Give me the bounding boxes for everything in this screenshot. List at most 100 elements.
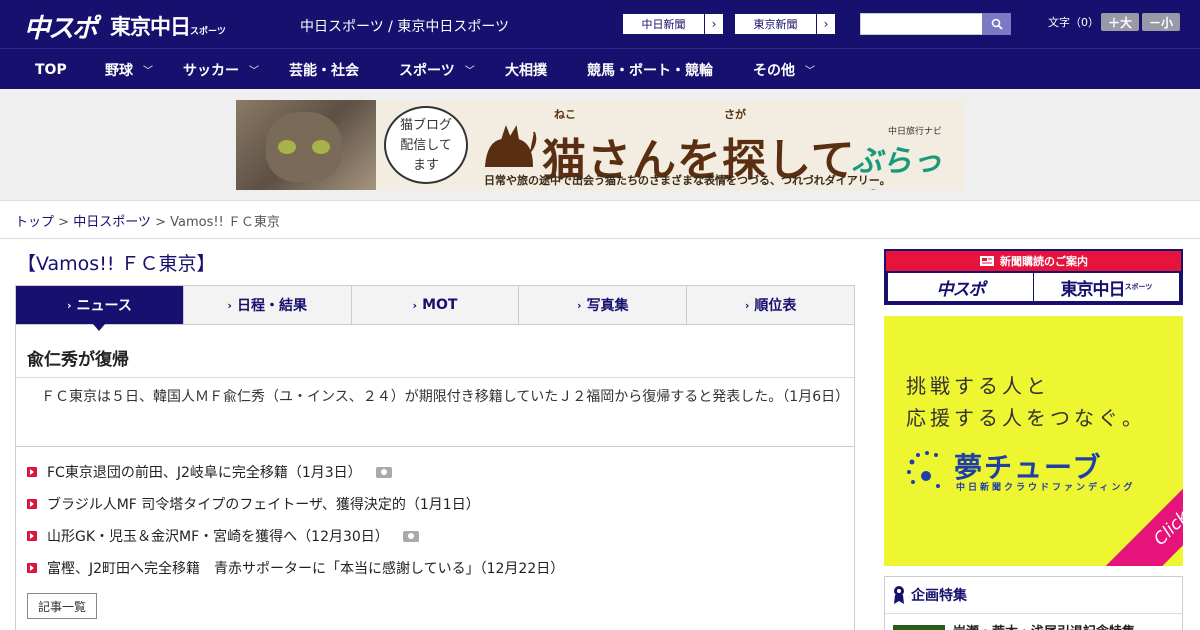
tab-label: 日程・結果 [236,298,307,314]
bubble-line: ます [412,158,439,173]
cat-photo [236,100,376,190]
nav-item-label: 芸能・社会 [289,62,359,79]
subscription-logos: 中スポ 東京中日 スポーツ [886,271,1181,303]
chevron-down-icon: ﹀ [805,66,815,77]
article-list-button[interactable]: 記事一覧 [27,593,97,619]
tab-label: MOT [422,297,458,313]
bullet-arrow-icon [27,531,37,541]
list-item[interactable]: FC東京退団の前田、J2岐阜に完全移籍（1月3日） [27,462,392,482]
nav-item-label: サッカー [183,62,239,79]
article-body: ＦＣ東京は５日、韓国人ＭＦ兪仁秀（ユ・インス、２４）が期限付き移籍していたＪ２福… [41,389,850,405]
list-item[interactable]: ブラジル人MF 司令塔タイプのフェイトーザ、獲得決定的（1月1日） [27,494,480,514]
nav-item-baseball[interactable]: 野球 ﹀ [105,49,153,90]
chuspo-subscribe-logo[interactable]: 中スポ [888,273,1033,301]
nav-item-soccer[interactable]: サッカー ﹀ [183,49,259,90]
subscription-header-text: 新聞購読のご案内 [1000,255,1088,268]
tokyo-chunichi-logo[interactable]: 東京中日スポーツ [110,11,226,41]
font-size-label: 文字（0） [1048,16,1099,29]
site-names: 中日スポーツ / 東京中日スポーツ [300,19,510,35]
nav-item-top[interactable]: TOP [35,49,67,90]
bullet-arrow-icon [27,499,37,509]
nav-item-entertainment[interactable]: 芸能・社会 [289,49,359,90]
feature-header: 企画特集 [893,585,967,605]
tab-schedule[interactable]: › 日程・結果 [184,286,352,324]
list-item[interactable]: 山形GK・児玉＆金沢MF・宮崎を獲得へ（12月30日） [27,526,419,546]
top-bar: 中スポ 東京中日スポーツ 中日スポーツ / 東京中日スポーツ 中日新聞 › 東京… [0,0,1200,48]
related-title: 山形GK・児玉＆金沢MF・宮崎を獲得へ（12月30日） [47,529,389,545]
camera-icon [375,466,392,478]
tokyo-logo-suffix: スポーツ [190,27,226,37]
dots-logo-icon [907,451,940,488]
click-ribbon: Click! [1103,455,1183,566]
tokyo-logo-text: 東京中日 [110,15,191,39]
list-item[interactable]: 富樫、J2町田へ完全移籍 青赤サポーターに「本当に感謝している」（12月22日） [27,558,564,578]
tokyo-shimbun-link[interactable]: 東京新聞 › [734,13,836,35]
nav-item-label: スポーツ [399,62,455,79]
tab-news[interactable]: › ニュース [16,286,184,331]
nav-item-label: 競馬・ボート・競輪 [587,62,713,79]
breadcrumb-section-link[interactable]: 中日スポーツ [73,215,151,230]
breadcrumb-separator: > [150,215,171,230]
chevron-down-icon: ﹀ [143,66,153,77]
chunichi-shimbun-link[interactable]: 中日新聞 › [622,13,724,35]
tab-standings[interactable]: › 順位表 [687,286,854,324]
tab-mot[interactable]: › MOT [352,286,520,324]
search-icon [991,18,1003,30]
nav-item-sports[interactable]: スポーツ ﹀ [399,49,475,90]
nav-item-other[interactable]: その他 ﹀ [753,49,815,90]
yume-tube-subtitle: 中日新聞クラウドファンディング [956,483,1136,493]
banner-brand: ぶらっ人 [852,144,942,190]
breadcrumb-current: Vamos!! ＦＣ東京 [170,215,280,230]
nav-item-label: TOP [35,61,67,78]
feature-thumbnail [893,624,945,630]
bubble-line: 配信して [400,138,452,153]
tab-label: 写真集 [586,298,629,314]
nav-item-label: 大相撲 [505,62,547,79]
nav-item-racing[interactable]: 競馬・ボート・競輪 [587,49,713,90]
speech-bubble: 猫ブログ 配信して ます [384,106,468,184]
feature-header-text: 企画特集 [911,588,967,604]
tab-photos[interactable]: › 写真集 [519,286,688,324]
related-title: ブラジル人MF 司令塔タイプのフェイトーザ、獲得決定的（1月1日） [47,497,480,513]
chevron-right-icon: › [227,298,232,312]
chuspo-logo[interactable]: 中スポ [24,8,98,45]
cat-silhouette-icon [484,125,537,167]
yume-tube-ad[interactable]: 挑戦する人と 応援する人をつなぐ。 夢チューブ 中日新聞クラウドファンディング … [884,316,1183,566]
cat-blog-banner[interactable]: 猫ブログ 配信して ます ねこ さが 猫さんを探して 日常や旅の途中で出会う猫た… [236,100,964,190]
bubble-line: 猫ブログ [399,118,452,133]
ad-line: 応援する人をつなぐ。 [906,406,1146,430]
ruby-neko: ねこ [554,108,576,121]
nav-item-label: その他 [753,62,795,79]
banner-subtitle: 日常や旅の途中で出会う猫たちのさまざまな表情をつづる、つれづれダイアリー。 [484,174,891,187]
feature-item[interactable]: 岩瀬・荒木・浅尾引退記念特集 [893,621,1135,630]
divider [885,613,1182,614]
subscription-box[interactable]: 新聞購読のご案内 中スポ 東京中日 スポーツ [884,249,1183,305]
chevron-down-icon: ﹀ [249,66,259,77]
main-nav: TOP 野球 ﹀ サッカー ﹀ 芸能・社会 スポーツ ﹀ 大相撲 競馬・ボート・競輪 … [0,48,1200,89]
award-ribbon-icon [894,586,904,604]
breadcrumb: トップ > 中日スポーツ > Vamos!! ＦＣ東京 [15,211,280,230]
font-larger-button[interactable]: ＋大 [1101,13,1139,31]
cat-face-shape [266,112,342,182]
related-title: 富樫、J2町田へ完全移籍 青赤サポーターに「本当に感謝している」（12月22日） [47,561,565,577]
tab-label: ニュース [76,298,132,314]
tab-label: 順位表 [754,298,797,314]
feature-box: 企画特集 岩瀬・荒木・浅尾引退記念特集 [884,576,1183,630]
page-title: 【Vamos!! ＦＣ東京】 [17,253,216,275]
cat-eye-shape [278,140,296,154]
breadcrumb-top-link[interactable]: トップ [15,215,54,230]
tokyo-subscribe-logo[interactable]: 東京中日 スポーツ [1034,273,1179,301]
banner-zone: 猫ブログ 配信して ます ねこ さが 猫さんを探して 日常や旅の途中で出会う猫た… [0,89,1200,201]
divider [16,377,854,378]
search-input[interactable] [860,13,983,35]
related-title: FC東京退団の前田、J2岐阜に完全移籍（1月3日） [47,465,362,481]
article-headline: 兪仁秀が復帰 [27,350,129,370]
chevron-right-icon: › [66,298,72,312]
nav-item-label: 野球 [105,62,133,79]
cat-eye-shape [312,140,330,154]
font-smaller-button[interactable]: －小 [1142,13,1180,31]
search-button[interactable] [982,13,1011,35]
camera-icon [402,530,419,542]
ruby-saga: さが [724,108,746,121]
nav-item-sumo[interactable]: 大相撲 [505,49,547,90]
